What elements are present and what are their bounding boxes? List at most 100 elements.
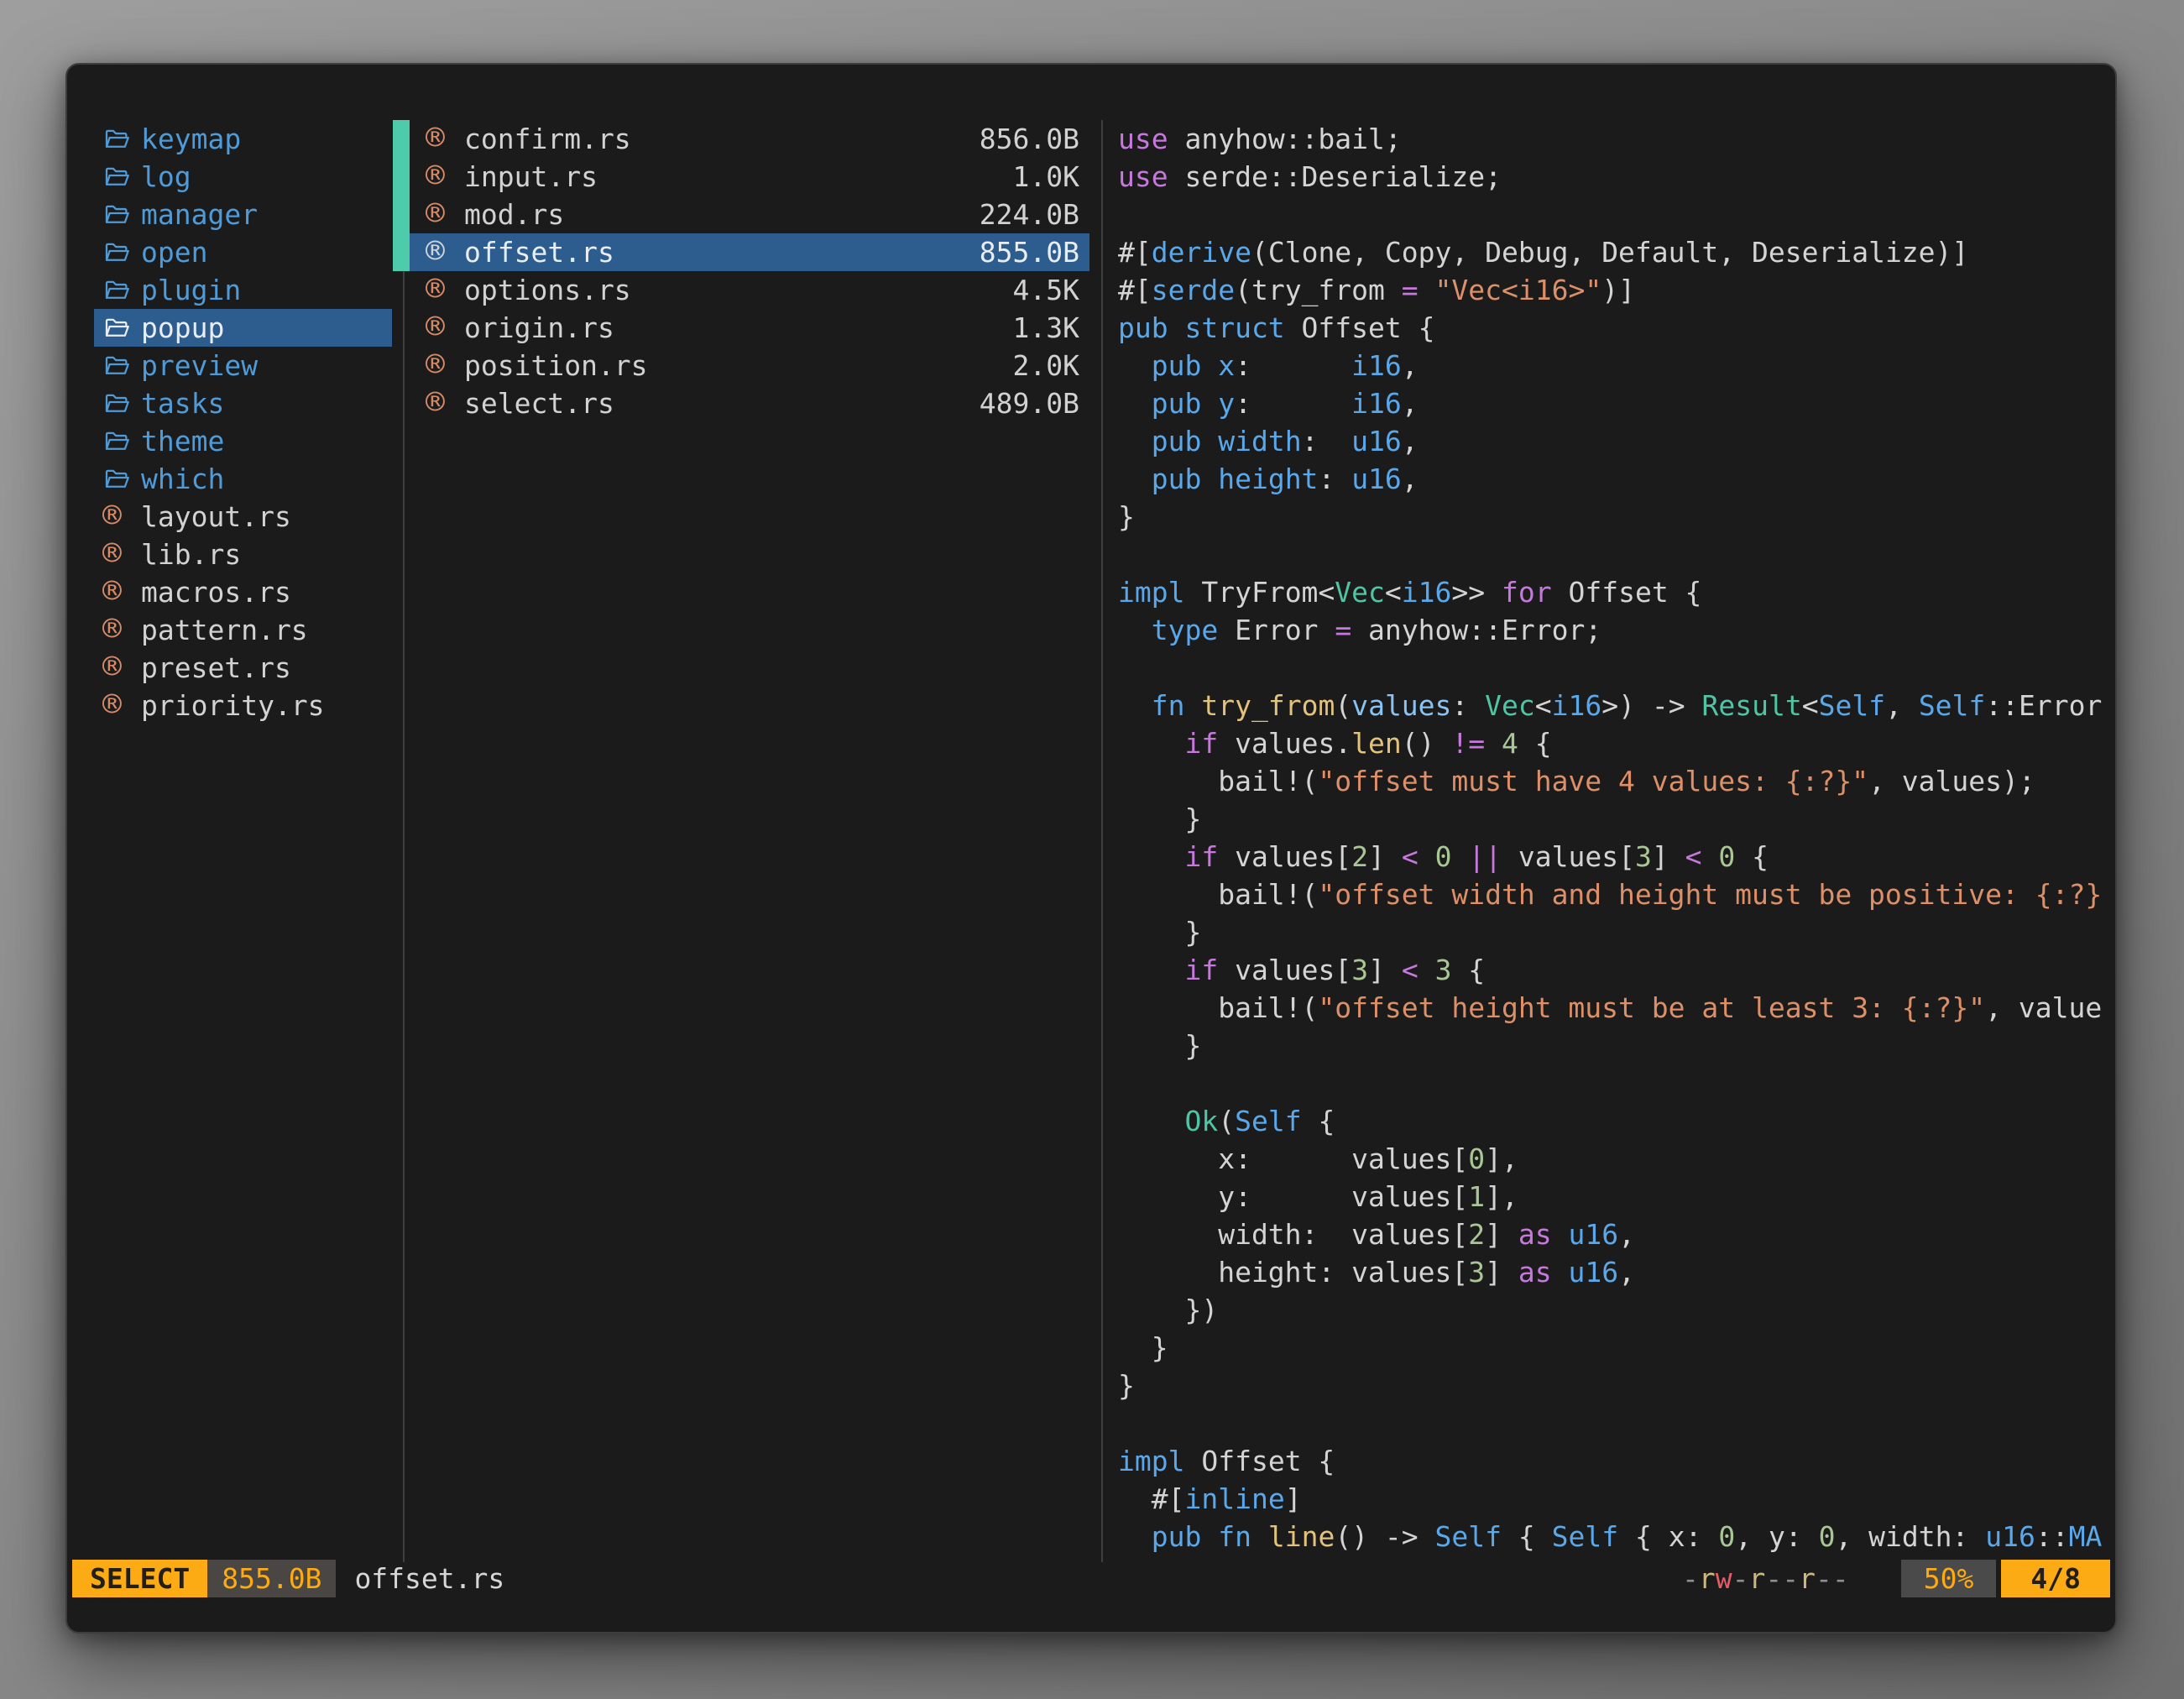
- folder-open-icon: [102, 239, 141, 266]
- marked-indicator: [393, 120, 410, 158]
- code-line: pub struct Offset {: [1118, 309, 2115, 347]
- file-name: select.rs: [464, 384, 614, 422]
- folder-open-icon: [102, 126, 141, 153]
- file-list-item[interactable]: ®origin.rs1.3K: [408, 309, 1089, 347]
- item-label: priority.rs: [141, 687, 325, 724]
- item-label: macros.rs: [141, 573, 291, 611]
- rust-file-icon: ®: [426, 199, 464, 231]
- scroll-percent-badge: 50%: [1901, 1560, 1997, 1597]
- parent-folder-item[interactable]: keymap: [94, 120, 392, 158]
- rust-file-icon: ®: [102, 690, 141, 722]
- item-label: keymap: [141, 120, 241, 158]
- folder-open-icon: [102, 164, 141, 191]
- rust-file-icon: ®: [426, 161, 464, 193]
- parent-folder-item[interactable]: preview: [94, 347, 392, 384]
- permissions-text: -rw-r--r--: [1682, 1560, 1849, 1597]
- code-line: }: [1118, 800, 2115, 838]
- code-line: x: values[0],: [1118, 1140, 2115, 1178]
- file-size-badge: 855.0B: [207, 1560, 336, 1597]
- file-manager-window: keymaplogmanageropenpluginpopuppreviewta…: [65, 63, 2117, 1634]
- parent-file-item[interactable]: ®preset.rs: [94, 649, 392, 687]
- file-size: 1.0K: [1013, 158, 1079, 196]
- current-pane-list: ®confirm.rs856.0B®input.rs1.0K®mod.rs224…: [403, 120, 1101, 1562]
- code-line: [1118, 1064, 2115, 1102]
- code-line: [1118, 649, 2115, 687]
- rust-file-icon: ®: [426, 123, 464, 155]
- marked-indicator: [393, 196, 410, 233]
- marked-indicator: [393, 233, 410, 271]
- code-line: [1118, 536, 2115, 573]
- file-list-item[interactable]: ®input.rs1.0K: [408, 158, 1089, 196]
- code-line: y: values[1],: [1118, 1178, 2115, 1215]
- code-line: pub fn line() -> Self { Self { x: 0, y: …: [1118, 1518, 2115, 1555]
- code-line: }: [1118, 498, 2115, 536]
- file-list-item[interactable]: ®select.rs489.0B: [408, 384, 1089, 422]
- code-line: impl Offset {: [1118, 1442, 2115, 1480]
- parent-folder-item[interactable]: plugin: [94, 271, 392, 309]
- parent-file-item[interactable]: ®lib.rs: [94, 536, 392, 573]
- parent-file-item[interactable]: ®pattern.rs: [94, 611, 392, 649]
- parent-folder-item[interactable]: popup: [94, 309, 392, 347]
- parent-folder-item[interactable]: open: [94, 233, 392, 271]
- code-line: use anyhow::bail;: [1118, 120, 2115, 158]
- parent-pane-list: keymaplogmanageropenpluginpopuppreviewta…: [67, 120, 403, 1562]
- code-line: bail!("offset height must be at least 3:…: [1118, 989, 2115, 1027]
- code-line: }: [1118, 1027, 2115, 1064]
- code-line: type Error = anyhow::Error;: [1118, 611, 2115, 649]
- parent-file-item[interactable]: ®priority.rs: [94, 687, 392, 724]
- code-line: #[inline]: [1118, 1480, 2115, 1518]
- item-label: manager: [141, 196, 258, 233]
- code-line: fn try_from(values: Vec<i16>) -> Result<…: [1118, 687, 2115, 724]
- panes-container: keymaplogmanageropenpluginpopuppreviewta…: [67, 120, 2115, 1562]
- rust-file-icon: ®: [426, 237, 464, 269]
- code-line: [1118, 1404, 2115, 1442]
- rust-file-icon: ®: [102, 652, 141, 684]
- parent-folder-item[interactable]: which: [94, 460, 392, 498]
- file-size: 4.5K: [1013, 271, 1079, 309]
- file-size: 1.3K: [1013, 309, 1079, 347]
- file-list-item[interactable]: ®options.rs4.5K: [408, 271, 1089, 309]
- rust-file-icon: ®: [102, 614, 141, 646]
- rust-file-icon: ®: [426, 274, 464, 306]
- parent-folder-item[interactable]: manager: [94, 196, 392, 233]
- code-line: }: [1118, 913, 2115, 951]
- file-size: 855.0B: [980, 233, 1079, 271]
- code-line: if values.len() != 4 {: [1118, 724, 2115, 762]
- code-line: pub height: u16,: [1118, 460, 2115, 498]
- code-line: }: [1118, 1367, 2115, 1404]
- code-line: pub x: i16,: [1118, 347, 2115, 384]
- item-label: preset.rs: [141, 649, 291, 687]
- parent-file-item[interactable]: ®layout.rs: [94, 498, 392, 536]
- item-label: lib.rs: [141, 536, 241, 573]
- code-line: pub y: i16,: [1118, 384, 2115, 422]
- status-bar-right: -rw-r--r-- 50% 4/8: [1682, 1560, 2110, 1597]
- file-list-item[interactable]: ®mod.rs224.0B: [408, 196, 1089, 233]
- file-name: offset.rs: [464, 233, 614, 271]
- rust-file-icon: ®: [102, 501, 141, 533]
- item-label: tasks: [141, 384, 224, 422]
- file-list-item[interactable]: ®position.rs2.0K: [408, 347, 1089, 384]
- preview-pane[interactable]: use anyhow::bail;use serde::Deserialize;…: [1101, 120, 2115, 1562]
- folder-open-icon: [102, 201, 141, 228]
- mode-badge: SELECT: [72, 1560, 207, 1597]
- file-name: position.rs: [464, 347, 648, 384]
- folder-open-icon: [102, 390, 141, 417]
- parent-file-item[interactable]: ®macros.rs: [94, 573, 392, 611]
- file-list-item[interactable]: ®confirm.rs 856.0B: [408, 120, 1089, 158]
- cursor-position-badge: 4/8: [2001, 1560, 2110, 1597]
- file-list-item[interactable]: ®offset.rs 855.0B: [408, 233, 1089, 271]
- file-name: confirm.rs: [464, 120, 631, 158]
- parent-folder-item[interactable]: theme: [94, 422, 392, 460]
- folder-open-icon: [102, 466, 141, 493]
- parent-folder-item[interactable]: log: [94, 158, 392, 196]
- status-filename: offset.rs: [354, 1560, 504, 1597]
- file-size: 2.0K: [1013, 347, 1079, 384]
- file-size: 489.0B: [980, 384, 1079, 422]
- code-line: }): [1118, 1291, 2115, 1329]
- code-line: width: values[2] as u16,: [1118, 1215, 2115, 1253]
- folder-open-icon: [102, 428, 141, 455]
- parent-folder-item[interactable]: tasks: [94, 384, 392, 422]
- code-line: if values[2] < 0 || values[3] < 0 {: [1118, 838, 2115, 876]
- code-line: }: [1118, 1329, 2115, 1367]
- file-size: 856.0B: [980, 120, 1079, 158]
